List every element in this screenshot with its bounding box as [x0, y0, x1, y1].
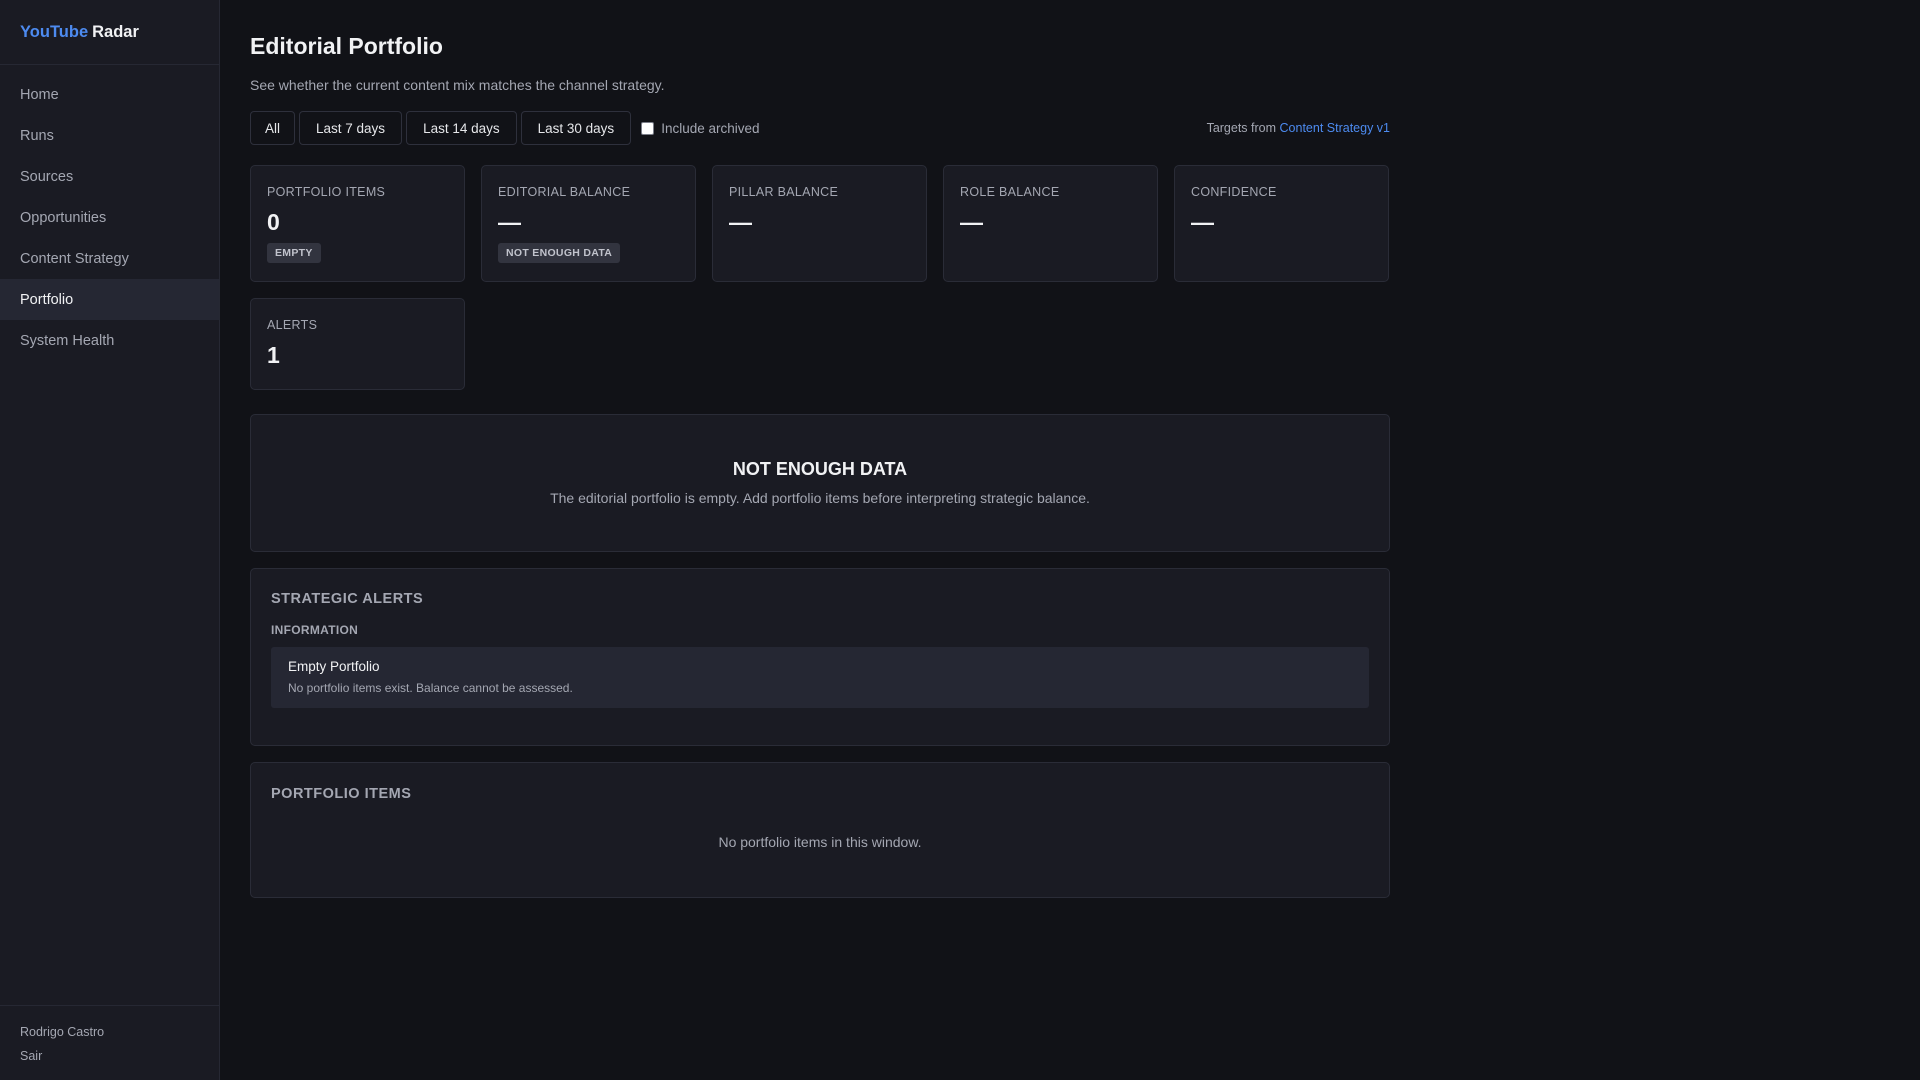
filter-last-30-days-button[interactable]: Last 30 days: [520, 111, 632, 145]
portfolio-items-panel: PORTFOLIO ITEMS No portfolio items in th…: [250, 762, 1390, 898]
status-badge: NOT ENOUGH DATA: [498, 243, 621, 263]
sidebar-item-runs[interactable]: Runs: [0, 115, 219, 156]
page-subtitle: See whether the current content mix matc…: [250, 77, 665, 93]
card-label: EDITORIAL BALANCE: [498, 185, 631, 199]
brand-name-primary: YouTube: [20, 22, 89, 41]
sidebar-item-content-strategy[interactable]: Content Strategy: [0, 238, 219, 279]
alert-item: Empty Portfolio No portfolio items exist…: [271, 647, 1369, 708]
filter-all-button[interactable]: All: [250, 111, 296, 145]
section-title: STRATEGIC ALERTS: [271, 591, 424, 607]
empty-state-title: NOT ENOUGH DATA: [732, 459, 908, 479]
card-alerts: ALERTS 1: [250, 298, 465, 390]
card-value: —: [498, 209, 521, 235]
card-pillar-balance: PILLAR BALANCE —: [712, 165, 927, 282]
summary-cards: PORTFOLIO ITEMS 0 EMPTY EDITORIAL BALANC…: [250, 165, 1390, 390]
card-value: —: [1191, 209, 1214, 235]
card-label: ALERTS: [267, 318, 318, 332]
card-portfolio-items: PORTFOLIO ITEMS 0 EMPTY: [250, 165, 465, 282]
sidebar-item-home[interactable]: Home: [0, 74, 219, 115]
sidebar-nav: Home Runs Sources Opportunities Content …: [0, 65, 219, 1005]
app-root: YouTube Radar Home Runs Sources Opportun…: [0, 0, 1920, 1080]
sidebar-item-system-health[interactable]: System Health: [0, 320, 219, 361]
filter-bar: All Last 7 days Last 14 days Last 30 day…: [250, 111, 1390, 145]
alert-title: Empty Portfolio: [288, 659, 380, 674]
include-archived-label: Include archived: [661, 120, 760, 136]
card-label: PORTFOLIO ITEMS: [267, 185, 386, 199]
filter-last-7-days-button[interactable]: Last 7 days: [299, 111, 403, 145]
brand-name-secondary: Radar: [92, 22, 139, 41]
card-value: 0: [267, 209, 280, 235]
section-title: PORTFOLIO ITEMS: [271, 786, 412, 802]
card-value: —: [960, 209, 983, 235]
card-confidence: CONFIDENCE —: [1174, 165, 1389, 282]
strategic-alerts-panel: STRATEGIC ALERTS INFORMATION Empty Portf…: [250, 568, 1390, 746]
empty-state-panel: NOT ENOUGH DATA The editorial portfolio …: [250, 414, 1390, 552]
include-archived-checkbox[interactable]: [641, 121, 655, 135]
alert-group-title: INFORMATION: [271, 623, 359, 637]
targets-info: Targets from Content Strategy v1: [1207, 121, 1390, 135]
status-badge: EMPTY: [267, 243, 321, 263]
card-label: PILLAR BALANCE: [729, 185, 839, 199]
include-archived-toggle[interactable]: Include archived: [641, 120, 760, 136]
sidebar-item-sources[interactable]: Sources: [0, 156, 219, 197]
brand-logo[interactable]: YouTube Radar: [0, 0, 219, 65]
empty-state-text: The editorial portfolio is empty. Add po…: [550, 490, 1090, 506]
card-value: —: [729, 209, 752, 235]
logout-link[interactable]: Sair: [20, 1044, 199, 1068]
content-column: Editorial Portfolio See whether the curr…: [250, 31, 1390, 898]
sidebar-item-opportunities[interactable]: Opportunities: [0, 197, 219, 238]
card-label: ROLE BALANCE: [960, 185, 1060, 199]
user-name: Rodrigo Castro: [20, 1025, 105, 1039]
card-label: CONFIDENCE: [1191, 185, 1277, 199]
card-editorial-balance: EDITORIAL BALANCE — NOT ENOUGH DATA: [481, 165, 696, 282]
main-content: Editorial Portfolio See whether the curr…: [220, 0, 1920, 1080]
card-role-balance: ROLE BALANCE —: [943, 165, 1158, 282]
sidebar-item-portfolio[interactable]: Portfolio: [0, 279, 219, 320]
filter-last-14-days-button[interactable]: Last 14 days: [406, 111, 517, 145]
sidebar: YouTube Radar Home Runs Sources Opportun…: [0, 0, 220, 1080]
content-strategy-link[interactable]: Content Strategy v1: [1280, 121, 1390, 135]
portfolio-items-empty-text: No portfolio items in this window.: [718, 834, 922, 850]
sidebar-footer: Rodrigo Castro Sair: [0, 1005, 219, 1080]
targets-prefix: Targets from: [1206, 121, 1277, 135]
page-title: Editorial Portfolio: [250, 33, 443, 59]
card-value: 1: [267, 342, 280, 368]
alert-description: No portfolio items exist. Balance cannot…: [288, 681, 573, 695]
